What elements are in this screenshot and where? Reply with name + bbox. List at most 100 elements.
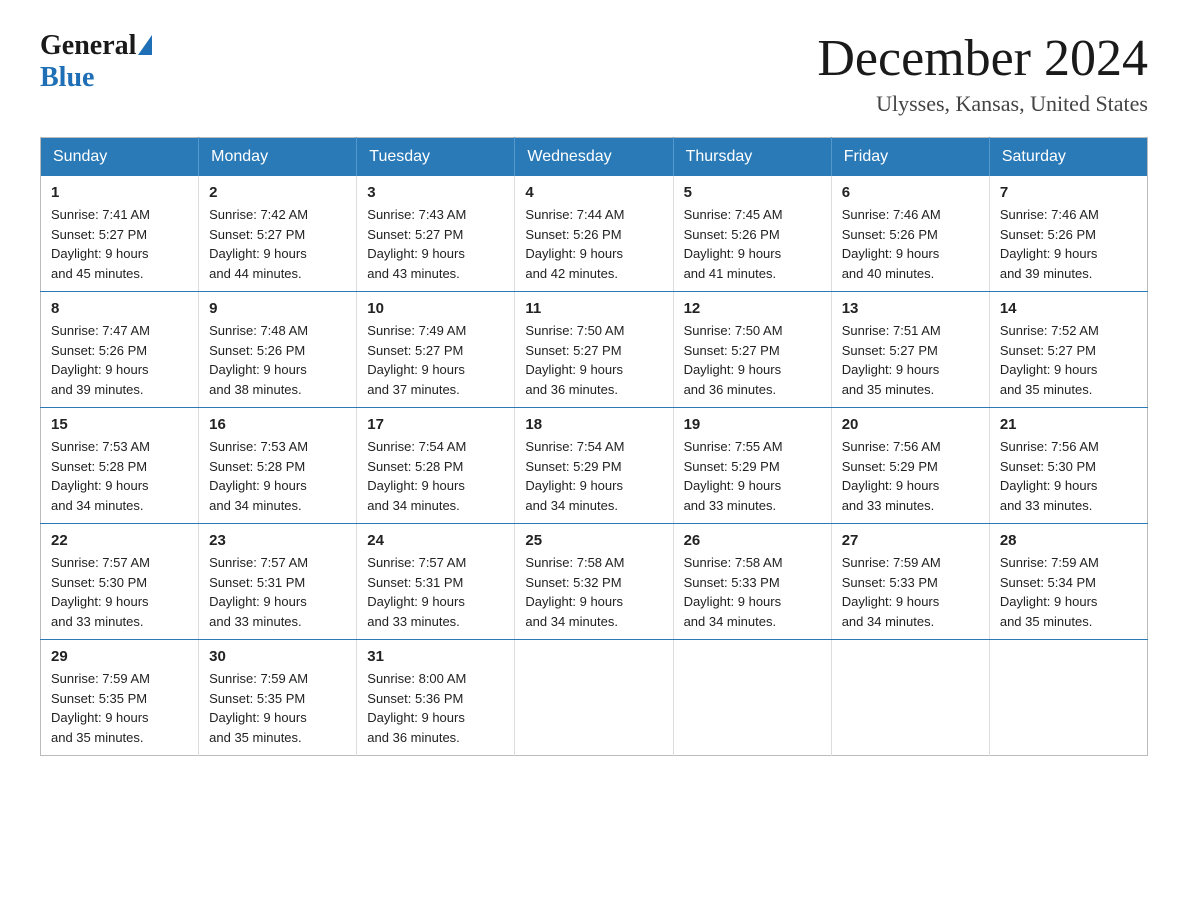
day-number: 24 [367,532,504,549]
day-info: Sunrise: 7:56 AMSunset: 5:29 PMDaylight:… [842,437,979,515]
calendar-week-5: 29 Sunrise: 7:59 AMSunset: 5:35 PMDaylig… [41,640,1148,756]
month-title: December 2024 [817,30,1148,87]
day-number: 31 [367,648,504,665]
day-info: Sunrise: 8:00 AMSunset: 5:36 PMDaylight:… [367,669,504,747]
day-info: Sunrise: 7:41 AMSunset: 5:27 PMDaylight:… [51,205,188,283]
day-info: Sunrise: 7:50 AMSunset: 5:27 PMDaylight:… [684,321,821,399]
logo: General Blue [40,30,152,94]
day-info: Sunrise: 7:44 AMSunset: 5:26 PMDaylight:… [525,205,662,283]
calendar-cell: 8 Sunrise: 7:47 AMSunset: 5:26 PMDayligh… [41,292,199,408]
calendar-cell: 15 Sunrise: 7:53 AMSunset: 5:28 PMDaylig… [41,408,199,524]
calendar-cell: 20 Sunrise: 7:56 AMSunset: 5:29 PMDaylig… [831,408,989,524]
calendar-week-1: 1 Sunrise: 7:41 AMSunset: 5:27 PMDayligh… [41,176,1148,292]
day-info: Sunrise: 7:54 AMSunset: 5:29 PMDaylight:… [525,437,662,515]
day-number: 1 [51,184,188,201]
day-number: 4 [525,184,662,201]
calendar-cell: 3 Sunrise: 7:43 AMSunset: 5:27 PMDayligh… [357,176,515,292]
calendar-cell: 7 Sunrise: 7:46 AMSunset: 5:26 PMDayligh… [989,176,1147,292]
day-info: Sunrise: 7:59 AMSunset: 5:35 PMDaylight:… [209,669,346,747]
calendar-cell: 25 Sunrise: 7:58 AMSunset: 5:32 PMDaylig… [515,524,673,640]
calendar-cell [673,640,831,756]
day-number: 20 [842,416,979,433]
day-info: Sunrise: 7:58 AMSunset: 5:32 PMDaylight:… [525,553,662,631]
column-header-monday: Monday [199,138,357,177]
location-title: Ulysses, Kansas, United States [817,91,1148,117]
calendar-cell: 24 Sunrise: 7:57 AMSunset: 5:31 PMDaylig… [357,524,515,640]
calendar-cell: 28 Sunrise: 7:59 AMSunset: 5:34 PMDaylig… [989,524,1147,640]
column-header-wednesday: Wednesday [515,138,673,177]
day-number: 23 [209,532,346,549]
calendar-cell [515,640,673,756]
day-info: Sunrise: 7:55 AMSunset: 5:29 PMDaylight:… [684,437,821,515]
day-number: 21 [1000,416,1137,433]
calendar-cell: 22 Sunrise: 7:57 AMSunset: 5:30 PMDaylig… [41,524,199,640]
calendar-cell [831,640,989,756]
day-info: Sunrise: 7:58 AMSunset: 5:33 PMDaylight:… [684,553,821,631]
calendar-cell: 4 Sunrise: 7:44 AMSunset: 5:26 PMDayligh… [515,176,673,292]
day-info: Sunrise: 7:53 AMSunset: 5:28 PMDaylight:… [209,437,346,515]
day-number: 5 [684,184,821,201]
calendar-week-3: 15 Sunrise: 7:53 AMSunset: 5:28 PMDaylig… [41,408,1148,524]
calendar-cell: 2 Sunrise: 7:42 AMSunset: 5:27 PMDayligh… [199,176,357,292]
calendar-cell: 18 Sunrise: 7:54 AMSunset: 5:29 PMDaylig… [515,408,673,524]
day-number: 22 [51,532,188,549]
calendar-cell: 9 Sunrise: 7:48 AMSunset: 5:26 PMDayligh… [199,292,357,408]
calendar-cell: 11 Sunrise: 7:50 AMSunset: 5:27 PMDaylig… [515,292,673,408]
calendar-cell: 10 Sunrise: 7:49 AMSunset: 5:27 PMDaylig… [357,292,515,408]
day-info: Sunrise: 7:47 AMSunset: 5:26 PMDaylight:… [51,321,188,399]
day-info: Sunrise: 7:59 AMSunset: 5:35 PMDaylight:… [51,669,188,747]
day-info: Sunrise: 7:42 AMSunset: 5:27 PMDaylight:… [209,205,346,283]
calendar-cell: 6 Sunrise: 7:46 AMSunset: 5:26 PMDayligh… [831,176,989,292]
calendar-cell: 1 Sunrise: 7:41 AMSunset: 5:27 PMDayligh… [41,176,199,292]
column-header-thursday: Thursday [673,138,831,177]
day-info: Sunrise: 7:54 AMSunset: 5:28 PMDaylight:… [367,437,504,515]
calendar-cell: 31 Sunrise: 8:00 AMSunset: 5:36 PMDaylig… [357,640,515,756]
column-header-friday: Friday [831,138,989,177]
day-number: 3 [367,184,504,201]
day-number: 6 [842,184,979,201]
day-info: Sunrise: 7:48 AMSunset: 5:26 PMDaylight:… [209,321,346,399]
column-header-tuesday: Tuesday [357,138,515,177]
day-number: 29 [51,648,188,665]
calendar-cell: 23 Sunrise: 7:57 AMSunset: 5:31 PMDaylig… [199,524,357,640]
calendar-cell: 30 Sunrise: 7:59 AMSunset: 5:35 PMDaylig… [199,640,357,756]
day-info: Sunrise: 7:59 AMSunset: 5:34 PMDaylight:… [1000,553,1137,631]
day-number: 25 [525,532,662,549]
day-number: 15 [51,416,188,433]
calendar-cell: 13 Sunrise: 7:51 AMSunset: 5:27 PMDaylig… [831,292,989,408]
calendar-table: SundayMondayTuesdayWednesdayThursdayFrid… [40,137,1148,756]
calendar-cell: 27 Sunrise: 7:59 AMSunset: 5:33 PMDaylig… [831,524,989,640]
day-info: Sunrise: 7:45 AMSunset: 5:26 PMDaylight:… [684,205,821,283]
calendar-cell: 12 Sunrise: 7:50 AMSunset: 5:27 PMDaylig… [673,292,831,408]
day-number: 18 [525,416,662,433]
day-number: 8 [51,300,188,317]
calendar-week-2: 8 Sunrise: 7:47 AMSunset: 5:26 PMDayligh… [41,292,1148,408]
day-info: Sunrise: 7:43 AMSunset: 5:27 PMDaylight:… [367,205,504,283]
calendar-cell: 19 Sunrise: 7:55 AMSunset: 5:29 PMDaylig… [673,408,831,524]
day-info: Sunrise: 7:52 AMSunset: 5:27 PMDaylight:… [1000,321,1137,399]
day-number: 14 [1000,300,1137,317]
day-number: 10 [367,300,504,317]
day-info: Sunrise: 7:46 AMSunset: 5:26 PMDaylight:… [842,205,979,283]
calendar-cell: 26 Sunrise: 7:58 AMSunset: 5:33 PMDaylig… [673,524,831,640]
day-number: 27 [842,532,979,549]
day-info: Sunrise: 7:51 AMSunset: 5:27 PMDaylight:… [842,321,979,399]
day-number: 11 [525,300,662,317]
day-number: 30 [209,648,346,665]
day-number: 28 [1000,532,1137,549]
calendar-cell: 14 Sunrise: 7:52 AMSunset: 5:27 PMDaylig… [989,292,1147,408]
day-info: Sunrise: 7:59 AMSunset: 5:33 PMDaylight:… [842,553,979,631]
calendar-cell: 17 Sunrise: 7:54 AMSunset: 5:28 PMDaylig… [357,408,515,524]
day-number: 2 [209,184,346,201]
day-number: 13 [842,300,979,317]
day-number: 19 [684,416,821,433]
calendar-cell: 29 Sunrise: 7:59 AMSunset: 5:35 PMDaylig… [41,640,199,756]
day-info: Sunrise: 7:57 AMSunset: 5:30 PMDaylight:… [51,553,188,631]
calendar-cell [989,640,1147,756]
day-info: Sunrise: 7:56 AMSunset: 5:30 PMDaylight:… [1000,437,1137,515]
logo-general-text: General [40,30,136,62]
day-number: 16 [209,416,346,433]
day-number: 7 [1000,184,1137,201]
day-number: 17 [367,416,504,433]
day-info: Sunrise: 7:46 AMSunset: 5:26 PMDaylight:… [1000,205,1137,283]
